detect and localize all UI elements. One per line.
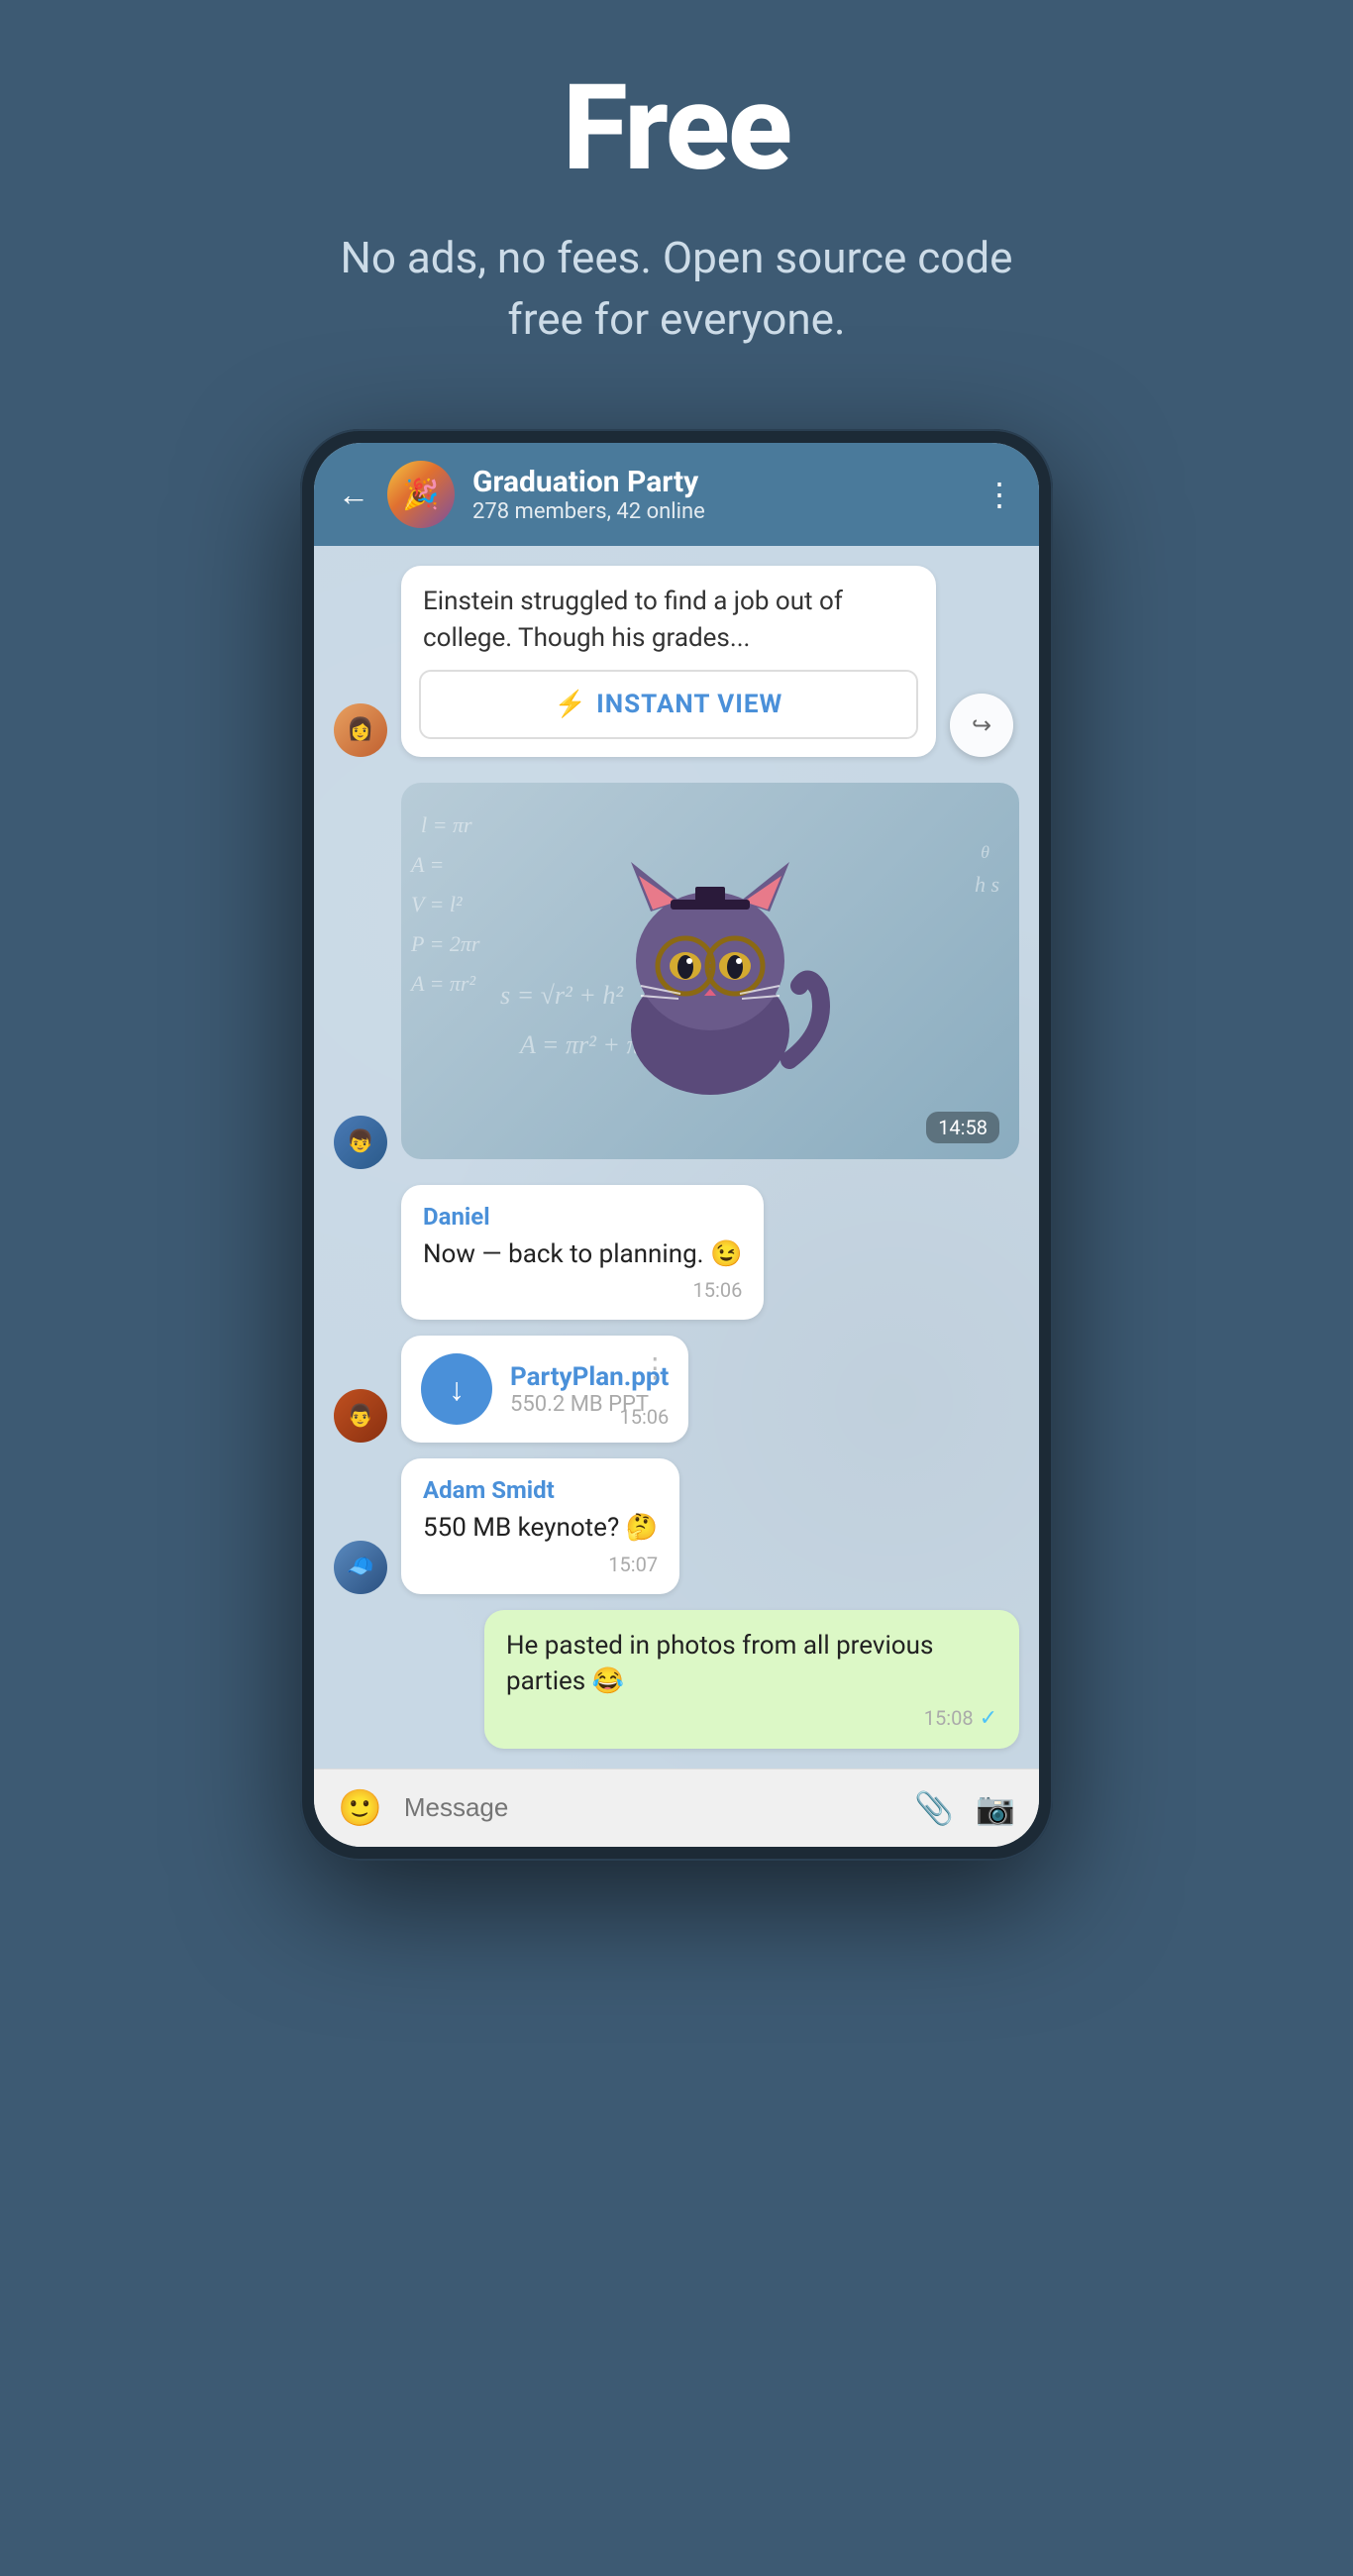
formula-1: l = πr xyxy=(421,812,472,838)
message-input-bar: 🙂 📎 📷 xyxy=(314,1769,1039,1847)
message-input[interactable] xyxy=(404,1792,892,1823)
table-row: 👩 Einstein struggled to find a job out o… xyxy=(334,566,1019,757)
sticker-time: 14:58 xyxy=(926,1112,999,1143)
message-time: 15:07 xyxy=(423,1553,658,1576)
instant-view-label: INSTANT VIEW xyxy=(596,690,782,719)
avatar: 👦 xyxy=(334,1116,387,1169)
avatar-image: 👦 xyxy=(334,1116,387,1169)
file-time: 15:06 xyxy=(619,1405,669,1429)
message-bubble: Daniel Now — back to planning. 😉 15:06 xyxy=(401,1185,764,1320)
attach-button[interactable]: 📎 xyxy=(914,1789,954,1827)
phone-shell: ← 🎉 Graduation Party 278 members, 42 onl… xyxy=(300,429,1053,1860)
iv-text: Einstein struggled to find a job out of … xyxy=(401,566,936,670)
avatar: 👨 xyxy=(334,1389,387,1443)
chat-header: ← 🎉 Graduation Party 278 members, 42 onl… xyxy=(314,443,1039,546)
table-row: Daniel Now — back to planning. 😉 15:06 xyxy=(334,1185,1019,1320)
back-button[interactable]: ← xyxy=(338,476,369,513)
camera-button[interactable]: 📷 xyxy=(976,1789,1015,1827)
formula-7: h s xyxy=(975,872,999,898)
table-row: He pasted in photos from all previous pa… xyxy=(334,1610,1019,1749)
sender-name: Daniel xyxy=(423,1203,742,1231)
read-checkmark-icon: ✓ xyxy=(980,1706,997,1731)
formula-5: A = πr² xyxy=(411,971,475,997)
message-time: 15:08 xyxy=(924,1706,974,1730)
header-info: Graduation Party 278 members, 42 online xyxy=(472,465,966,524)
message-bubble-own: He pasted in photos from all previous pa… xyxy=(484,1610,1019,1749)
sender-name: Adam Smidt xyxy=(423,1476,658,1504)
formula-2: A = xyxy=(411,852,444,878)
sticker-message: l = πr A = V = l² P = 2πr A = πr² θ h s … xyxy=(401,783,1019,1159)
lightning-icon: ⚡ xyxy=(555,690,586,719)
group-avatar: 🎉 xyxy=(387,461,455,528)
message-text: He pasted in photos from all previous pa… xyxy=(506,1628,997,1700)
forward-button[interactable]: ↪ xyxy=(950,694,1013,757)
group-members: 278 members, 42 online xyxy=(472,499,966,524)
avatar-image: 👨 xyxy=(334,1389,387,1443)
instant-view-button[interactable]: ⚡ INSTANT VIEW xyxy=(419,670,918,739)
message-time: 15:06 xyxy=(423,1278,742,1302)
formula-3: V = l² xyxy=(411,892,463,917)
more-button[interactable]: ⋮ xyxy=(984,476,1015,513)
avatar: 🧢 xyxy=(334,1541,387,1594)
group-avatar-inner: 🎉 xyxy=(387,461,455,528)
group-name: Graduation Party xyxy=(472,465,966,499)
avatar-image: 🧢 xyxy=(334,1541,387,1594)
chat-body: 👩 Einstein struggled to find a job out o… xyxy=(314,546,1039,1768)
file-more-icon[interactable]: ⋮ xyxy=(641,1351,669,1384)
table-row: 👨 ⋮ ↓ PartyPlan.ppt 550.2 MB PPT 15:06 xyxy=(334,1336,1019,1443)
cat-svg xyxy=(572,832,849,1110)
hero-title: Free xyxy=(563,59,790,198)
avatar-image: 👩 xyxy=(334,703,387,757)
message-time-row: 15:08 ✓ xyxy=(506,1706,997,1731)
table-row: 🧢 Adam Smidt 550 MB keynote? 🤔 15:07 xyxy=(334,1458,1019,1593)
avatar: 👩 xyxy=(334,703,387,757)
file-download-button[interactable]: ↓ xyxy=(421,1353,492,1425)
instant-view-card: Einstein struggled to find a job out of … xyxy=(401,566,936,757)
message-text: 550 MB keynote? 🤔 xyxy=(423,1510,658,1546)
formula-4: P = 2πr xyxy=(411,931,479,957)
message-text: Now — back to planning. 😉 xyxy=(423,1236,742,1272)
hero-subtitle: No ads, no fees. Open source code free f… xyxy=(330,228,1023,350)
phone-screen: ← 🎉 Graduation Party 278 members, 42 onl… xyxy=(314,443,1039,1846)
message-bubble: Adam Smidt 550 MB keynote? 🤔 15:07 xyxy=(401,1458,679,1593)
file-bubble: ⋮ ↓ PartyPlan.ppt 550.2 MB PPT 15:06 xyxy=(401,1336,688,1443)
formula-6: θ xyxy=(981,842,989,863)
table-row: 👦 l = πr A = V = l² P = 2πr A = πr² θ h … xyxy=(334,773,1019,1169)
sticker-cat xyxy=(572,832,849,1110)
emoji-button[interactable]: 🙂 xyxy=(338,1787,382,1829)
